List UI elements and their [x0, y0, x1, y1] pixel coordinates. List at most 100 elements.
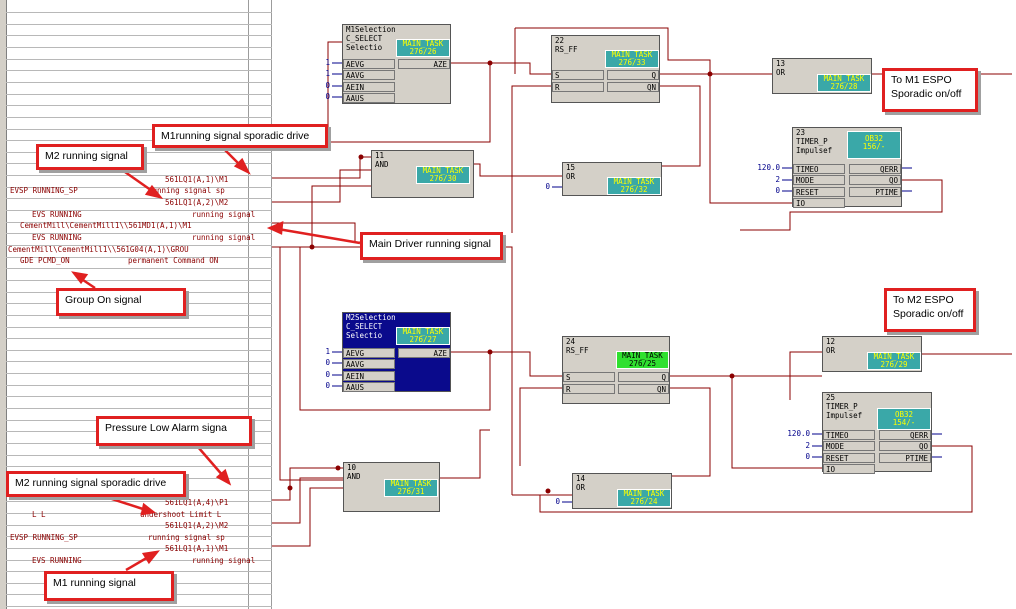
function-block-m2selection[interactable]: M2Selection C_SELECT Selectio MAIN_TASK 2… — [342, 312, 451, 392]
input-port[interactable]: RESET — [793, 187, 845, 197]
output-port[interactable]: QN — [618, 384, 669, 394]
task-label: MAIN_TASK 276/32 — [607, 177, 661, 195]
input-value[interactable]: 2 — [798, 441, 810, 450]
input-value[interactable]: 0 — [538, 182, 550, 191]
task-label: OB32 154/- — [877, 408, 931, 430]
input-value[interactable]: 0 — [318, 358, 330, 367]
function-block-m1selection[interactable]: M1Selection C_SELECT Selectio MAIN_TASK 2… — [342, 24, 451, 104]
function-block-11[interactable]: 11 AND MAIN_TASK 276/30 — [371, 150, 474, 198]
output-port[interactable]: QN — [607, 82, 659, 92]
output-port[interactable]: PTIME — [879, 453, 931, 463]
task-label: MAIN_TASK 276/29 — [867, 352, 921, 370]
input-value[interactable]: 0 — [318, 381, 330, 390]
input-value[interactable]: 1 — [318, 58, 330, 67]
block-type: OR — [566, 172, 576, 181]
input-value[interactable]: 120.0 — [778, 429, 810, 438]
output-port[interactable]: PTIME — [849, 187, 901, 197]
input-port[interactable]: AEIN — [343, 371, 395, 381]
callout-m1-running: M1 running signal — [44, 571, 174, 601]
input-port[interactable]: IO — [793, 198, 845, 208]
callout-pressure-low: Pressure Low Alarm signa — [96, 416, 252, 446]
input-value[interactable]: 0 — [318, 370, 330, 379]
block-type: AND — [375, 160, 389, 169]
input-port[interactable]: IO — [823, 464, 875, 474]
input-value[interactable]: 0 — [798, 452, 810, 461]
block-number: 15 — [566, 163, 576, 172]
block-comment: Selectio — [346, 331, 383, 340]
input-port[interactable]: R — [552, 82, 604, 92]
input-port[interactable]: AAUS — [343, 382, 395, 392]
function-block-22[interactable]: 22 RS_FF MAIN_TASK 276/33 S R Q QN — [551, 35, 660, 103]
block-number: 13 — [776, 59, 786, 68]
input-value[interactable]: 2 — [768, 175, 780, 184]
output-port[interactable]: Q — [618, 372, 669, 382]
input-port[interactable]: TIMEO — [823, 430, 875, 440]
input-value[interactable]: 0 — [548, 497, 560, 506]
input-port[interactable]: AAVG — [343, 359, 395, 369]
input-port[interactable]: S — [563, 372, 615, 382]
task-label: OB32 156/- — [847, 131, 901, 159]
wire[interactable] — [511, 85, 551, 233]
output-port[interactable]: AZE — [398, 348, 450, 358]
block-type: C_SELECT — [346, 322, 383, 331]
input-port[interactable]: R — [563, 384, 615, 394]
wire[interactable] — [440, 429, 490, 479]
task-label: MAIN_TASK 276/28 — [817, 74, 871, 92]
callout-m2-sporadic: M2 running signal sporadic drive — [6, 471, 186, 497]
block-type: C_SELECT — [346, 34, 383, 43]
block-number: 25 — [826, 393, 836, 402]
output-port[interactable]: AZE — [398, 59, 450, 69]
block-type: TIMER_P — [796, 137, 828, 146]
task-label: MAIN_TASK 276/30 — [416, 166, 470, 184]
output-port[interactable]: Q — [607, 70, 659, 80]
task-label: MAIN_TASK 276/26 — [396, 39, 450, 57]
input-port[interactable]: AAVG — [343, 70, 395, 80]
function-block-12[interactable]: 12 OR MAIN_TASK 276/29 — [822, 336, 922, 372]
input-port[interactable]: MODE — [793, 175, 845, 185]
wire[interactable] — [272, 487, 343, 547]
wire[interactable] — [450, 351, 562, 377]
block-number: 24 — [566, 337, 576, 346]
input-value[interactable]: 0 — [318, 81, 330, 90]
function-block-14[interactable]: 14 OR MAIN_TASK 276/24 — [572, 473, 672, 509]
function-block-23[interactable]: 23 TIMER_P Impulsef OB32 156/- TIMEO MODE… — [792, 127, 902, 208]
callout-main-driver: Main Driver running signal — [360, 232, 503, 260]
output-port[interactable]: QO — [849, 175, 901, 185]
input-value[interactable]: 1 — [318, 69, 330, 78]
wire[interactable] — [272, 185, 371, 248]
wire[interactable] — [519, 387, 562, 466]
callout-group-on: Group On signal — [56, 288, 186, 316]
input-port[interactable]: TIMEO — [793, 164, 845, 174]
block-number: M2Selection — [346, 313, 396, 322]
block-number: 22 — [555, 36, 565, 45]
input-value[interactable]: 120.0 — [748, 163, 780, 172]
task-label: MAIN_TASK 276/27 — [396, 327, 450, 345]
wire[interactable] — [670, 387, 711, 477]
wire[interactable] — [490, 62, 551, 75]
input-port[interactable]: RESET — [823, 453, 875, 463]
wire[interactable] — [272, 467, 343, 501]
input-value[interactable]: 1 — [318, 347, 330, 356]
function-block-13[interactable]: 13 OR MAIN_TASK 276/28 — [772, 58, 872, 94]
input-port[interactable]: AAUS — [343, 93, 395, 103]
block-number: M1Selection — [346, 25, 396, 34]
input-value[interactable]: 0 — [318, 92, 330, 101]
input-port[interactable]: S — [552, 70, 604, 80]
function-block-10[interactable]: 10 AND MAIN_TASK 276/31 — [343, 462, 440, 512]
input-value[interactable]: 0 — [768, 186, 780, 195]
wire[interactable] — [272, 222, 360, 243]
output-port[interactable]: QERR — [879, 430, 931, 440]
input-port[interactable]: AEVG — [343, 59, 395, 69]
output-port[interactable]: QO — [879, 441, 931, 451]
block-type: TIMER_P — [826, 402, 858, 411]
function-block-25[interactable]: 25 TIMER_P Impulsef OB32 154/- TIMEO MODE… — [822, 392, 932, 474]
wire[interactable] — [660, 85, 701, 167]
output-port[interactable]: QERR — [849, 164, 901, 174]
function-block-15[interactable]: 15 OR MAIN_TASK 276/32 — [562, 162, 662, 196]
wire[interactable] — [272, 156, 371, 179]
callout-m2-running: M2 running signal — [36, 144, 144, 170]
input-port[interactable]: MODE — [823, 441, 875, 451]
function-block-24[interactable]: 24 RS_FF MAIN_TASK 276/25 S R Q QN — [562, 336, 670, 404]
input-port[interactable]: AEIN — [343, 82, 395, 92]
input-port[interactable]: AEVG — [343, 348, 395, 358]
